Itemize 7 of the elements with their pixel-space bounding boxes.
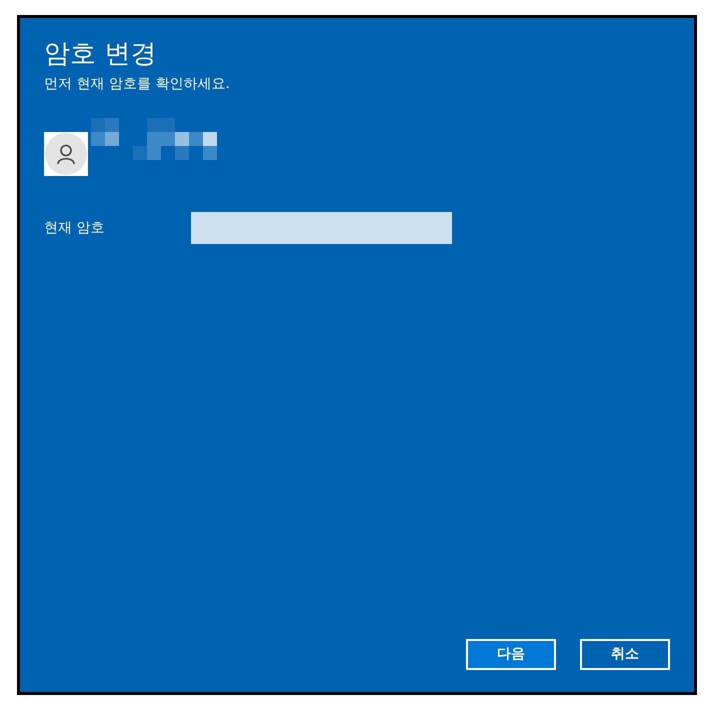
next-button[interactable]: 다음 (466, 639, 556, 670)
password-field[interactable] (191, 212, 452, 244)
field-label: 현재 암호 (44, 218, 106, 238)
cancel-button[interactable]: 취소 (580, 639, 670, 670)
user-avatar-icon (44, 132, 88, 176)
dialog-subtitle: 먼저 현재 암호를 확인하세요. (44, 75, 231, 94)
dialog-title: 암호 변경 (44, 38, 158, 71)
